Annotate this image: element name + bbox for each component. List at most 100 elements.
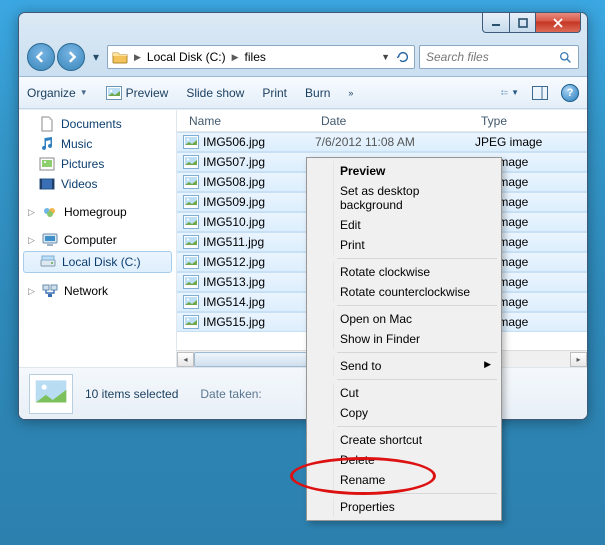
explorer-window: ▾ ▶ Local Disk (C:) ▶ files ▼ Search fil… [18,12,588,420]
column-header-name[interactable]: Name [183,114,315,128]
computer-icon [42,232,58,248]
sidebar-item-documents[interactable]: Documents [19,114,176,134]
image-file-icon [183,154,199,170]
ctx-separator [337,493,497,494]
ctx-rotate-ccw[interactable]: Rotate counterclockwise [333,282,499,302]
column-header-type[interactable]: Type [475,114,587,128]
ctx-create-shortcut[interactable]: Create shortcut [333,430,499,450]
ctx-show-in-finder[interactable]: Show in Finder [333,329,499,349]
forward-button[interactable] [57,43,85,71]
ctx-copy[interactable]: Copy [333,403,499,423]
ctx-rename[interactable]: Rename [333,470,499,490]
ctx-preview[interactable]: Preview [333,161,499,181]
selection-thumbnail [29,374,73,414]
preview-pane-toggle[interactable] [531,84,549,102]
ctx-cut[interactable]: Cut [333,383,499,403]
back-button[interactable] [27,43,55,71]
window-controls [483,13,581,33]
context-menu: Preview Set as desktop background Edit P… [306,157,502,521]
sidebar-item-c-drive[interactable]: Local Disk (C:) [23,251,172,273]
ctx-print[interactable]: Print [333,235,499,255]
image-file-icon [183,194,199,210]
ctx-send-to[interactable]: Send to▶ [333,356,499,376]
ctx-open-on-mac[interactable]: Open on Mac [333,309,499,329]
sidebar-item-videos[interactable]: Videos [19,174,176,194]
file-name: IMG507.jpg [203,155,315,169]
image-file-icon [183,274,199,290]
breadcrumb-segment[interactable]: Local Disk (C:) [143,50,230,64]
search-placeholder: Search files [426,50,489,64]
minimize-button[interactable] [482,13,510,33]
file-name: IMG513.jpg [203,275,315,289]
ctx-separator [337,426,497,427]
image-file-icon [183,234,199,250]
column-header-date[interactable]: Date [315,114,475,128]
network-icon [42,283,58,299]
sidebar-item-pictures[interactable]: Pictures [19,154,176,174]
breadcrumb-segment[interactable]: files [241,50,270,64]
ctx-separator [337,352,497,353]
slideshow-button[interactable]: Slide show [186,86,244,100]
image-file-icon [183,214,199,230]
file-type: JPEG image [475,135,587,149]
ctx-edit[interactable]: Edit [333,215,499,235]
scroll-left-button[interactable]: ◂ [177,352,194,367]
chevron-right-icon: ▶ [230,52,241,63]
image-file-icon [183,254,199,270]
file-name: IMG514.jpg [203,295,315,309]
help-button[interactable]: ? [561,84,579,102]
selection-meta-label: Date taken: [200,387,261,401]
search-input[interactable]: Search files [419,45,579,69]
column-headers: Name Date Type [177,110,587,132]
file-name: IMG506.jpg [203,135,315,149]
expand-icon[interactable]: ▷ [27,235,36,246]
expand-icon[interactable]: ▷ [27,286,36,297]
expand-icon[interactable]: ▷ [27,207,36,218]
address-dropdown[interactable]: ▼ [381,52,390,62]
pictures-icon [39,156,55,172]
music-icon [39,136,55,152]
drive-icon [40,254,56,270]
file-name: IMG512.jpg [203,255,315,269]
maximize-button[interactable] [509,13,536,33]
sidebar-item-network[interactable]: ▷ Network [19,281,176,301]
videos-icon [39,176,55,192]
image-file-icon [183,294,199,310]
ctx-rotate-cw[interactable]: Rotate clockwise [333,262,499,282]
print-button[interactable]: Print [262,86,287,100]
document-icon [39,116,55,132]
sidebar-item-computer[interactable]: ▷ Computer [19,230,176,250]
address-bar[interactable]: ▶ Local Disk (C:) ▶ files ▼ [107,45,415,69]
sidebar-item-music[interactable]: Music [19,134,176,154]
image-file-icon [183,134,199,150]
scroll-right-button[interactable]: ▸ [570,352,587,367]
close-button[interactable] [535,13,581,33]
ctx-separator [337,258,497,259]
file-name: IMG515.jpg [203,315,315,329]
recent-locations-dropdown[interactable]: ▾ [89,50,103,64]
navigation-pane: Documents Music Pictures Videos ▷ Homegr… [19,110,177,367]
chevron-right-icon: ▶ [132,52,143,63]
ctx-set-desktop-background[interactable]: Set as desktop background [333,181,499,215]
toolbar-overflow[interactable]: » [348,88,353,98]
file-name: IMG508.jpg [203,175,315,189]
file-name: IMG509.jpg [203,195,315,209]
ctx-properties[interactable]: Properties [333,497,499,517]
organize-menu[interactable]: Organize▼ [27,86,88,100]
file-name: IMG511.jpg [203,235,315,249]
file-row[interactable]: IMG506.jpg7/6/2012 11:08 AMJPEG image [177,132,587,152]
file-name: IMG510.jpg [203,215,315,229]
image-file-icon [183,174,199,190]
homegroup-icon [42,204,58,220]
image-file-icon [183,314,199,330]
view-options-button[interactable]: ▼ [501,84,519,102]
navigation-bar: ▾ ▶ Local Disk (C:) ▶ files ▼ Search fil… [27,43,579,71]
sidebar-item-homegroup[interactable]: ▷ Homegroup [19,202,176,222]
burn-button[interactable]: Burn [305,86,330,100]
ctx-separator [337,305,497,306]
search-icon [559,51,572,64]
ctx-delete[interactable]: Delete [333,450,499,470]
selection-count: 10 items selected [85,387,178,401]
refresh-icon[interactable] [396,50,410,64]
preview-button[interactable]: Preview [106,86,169,100]
